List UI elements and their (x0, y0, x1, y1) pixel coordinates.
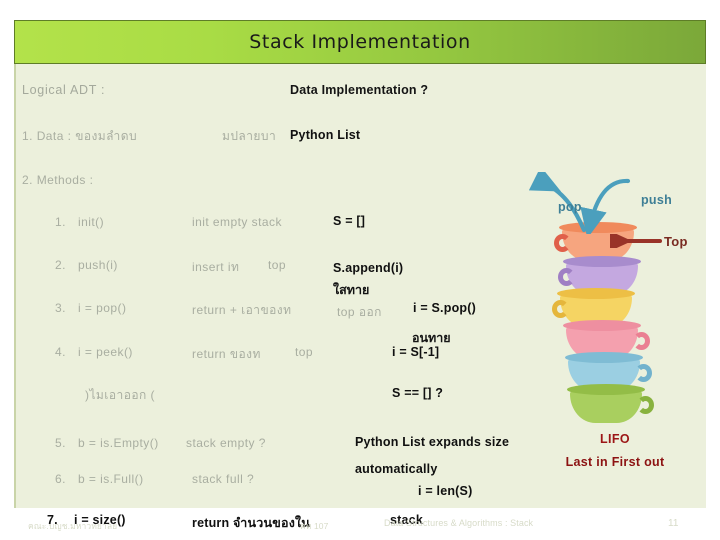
footer-code: คท 107 (300, 521, 329, 531)
pop-label: pop (558, 200, 582, 214)
cup-green-rim (567, 384, 645, 395)
method-3-desc: return + เอาของท (192, 303, 292, 317)
method-6-num: 6. (55, 472, 66, 486)
method-1-desc: init empty stack (192, 215, 282, 229)
slide-title-bar: Stack Implementation (14, 20, 706, 64)
footer-page-number: 11 (668, 518, 679, 529)
method-4-thai-note: อนทาย (412, 331, 451, 345)
method-1-adt: init() (78, 215, 105, 229)
size-impl: i = len(S) (418, 484, 473, 498)
lifo-block: LIFO Last in First out (520, 432, 710, 469)
data-row-thai-mid: มปลายบา (222, 129, 277, 143)
cup-blue-rim (565, 352, 643, 363)
method-3-adt: i = pop() (78, 301, 127, 315)
cup-pink-handle (633, 332, 650, 350)
automatic-note: automatically (355, 462, 438, 476)
data-implementation-header: Data Implementation ? (290, 83, 429, 97)
slide-title: Stack Implementation (249, 31, 471, 53)
data-row-implementation: Python List (290, 128, 361, 142)
top-arrow (610, 234, 662, 248)
method-2-thai-note: ใสทาย (333, 283, 370, 297)
data-row-label: 1. Data : ของมลำดบ (22, 129, 138, 143)
cup-orange-handle (554, 234, 571, 252)
lifo-subtitle: Last in First out (565, 455, 665, 469)
slide-canvas: Stack Implementation Logical ADT : Data … (0, 0, 720, 540)
method-5-num: 5. (55, 436, 66, 450)
lifo-title: LIFO (599, 432, 631, 446)
empty-check-impl: S == [] ? (392, 386, 444, 400)
cup-green (562, 384, 654, 424)
method-1-num: 1. (55, 215, 66, 229)
footer-course: คณะ.บญช.มหาวทยาลย (28, 521, 118, 531)
method-3-impl: i = S.pop() (413, 301, 476, 315)
method-4-desc: return ของท (192, 347, 261, 361)
method-2-num: 2. (55, 258, 66, 272)
push-label: push (641, 193, 673, 207)
cup-yellow-rim (557, 288, 635, 299)
top-label: Top (664, 234, 688, 249)
method-2-desc: insert iท (192, 260, 240, 274)
cup-purple-handle (558, 268, 575, 286)
slide-footer: คณะ.บญช.มหาวทยาลย คท 107 Data Structures… (0, 514, 720, 538)
method-4-desc2: top (295, 345, 314, 359)
cup-pink-rim (563, 320, 641, 331)
method-5-adt: b = is.Empty() (78, 436, 159, 450)
method-2-desc2: top (268, 258, 287, 272)
method-2-adt: push(i) (78, 258, 118, 272)
footer-title: Data Structures & Algorithms : Stack (384, 518, 534, 528)
method-4-adt: i = peek() (78, 345, 133, 359)
peek-note-thai: )ไมเอาออก ( (85, 388, 155, 402)
cup-purple-rim (563, 256, 641, 267)
python-list-expand-note: Python List expands size (355, 435, 510, 449)
method-6-adt: b = is.Full() (78, 472, 144, 486)
logical-adt-header: Logical ADT : (22, 83, 106, 97)
cup-yellow-handle (552, 300, 569, 318)
method-6-desc: stack full ? (192, 472, 255, 486)
methods-header: 2. Methods : (22, 173, 94, 187)
method-3-num: 3. (55, 301, 66, 315)
teacup-stack-illustration (548, 222, 656, 424)
push-pop-arrows (528, 172, 631, 234)
method-5-desc: stack empty ? (186, 436, 266, 450)
method-2-impl: S.append(i) (333, 261, 404, 275)
cup-blue-handle (635, 364, 652, 382)
cup-green-handle (637, 396, 654, 414)
method-4-num: 4. (55, 345, 66, 359)
method-3-desc2: top ออก (337, 305, 382, 319)
method-1-impl: S = [] (333, 214, 366, 228)
push-arrow (580, 178, 631, 234)
